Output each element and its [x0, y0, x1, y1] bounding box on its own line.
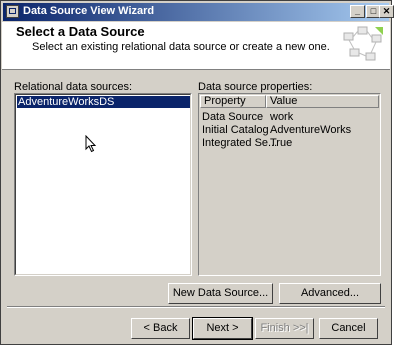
app-icon — [6, 5, 19, 18]
mouse-pointer-icon — [85, 135, 97, 153]
properties-label: Data source properties: — [198, 81, 313, 93]
separator — [7, 306, 385, 308]
window-title: Data Source View Wizard — [23, 5, 155, 17]
column-header-value[interactable]: Value — [266, 95, 379, 108]
wizard-window: Data Source View Wizard _ □ ✕ Select a D… — [0, 0, 394, 345]
next-button[interactable]: Next > — [192, 317, 253, 340]
property-name: Data Source — [202, 111, 264, 123]
property-value: True — [270, 137, 293, 149]
minimize-button[interactable]: _ — [350, 5, 365, 18]
close-button[interactable]: ✕ — [379, 5, 394, 18]
property-value: AdventureWorks — [270, 124, 352, 136]
property-row: Integrated Se... — [202, 137, 277, 149]
page-title: Select a Data Source — [16, 24, 145, 39]
column-header-property[interactable]: Property — [200, 95, 266, 108]
property-row: Initial Catalog — [202, 124, 269, 136]
property-name: Integrated Se... — [202, 137, 278, 149]
finish-button[interactable]: Finish >>| — [255, 318, 314, 339]
wizard-graphic-icon — [343, 26, 383, 61]
relational-sources-label: Relational data sources: — [14, 81, 133, 93]
advanced-button[interactable]: Advanced... — [279, 283, 381, 304]
title-bar[interactable]: Data Source View Wizard _ □ — [3, 3, 389, 21]
property-row: Data Source — [202, 111, 263, 123]
property-name: Initial Catalog — [202, 124, 269, 136]
relational-sources-list[interactable]: AdventureWorksDS — [14, 93, 192, 276]
cancel-button[interactable]: Cancel — [319, 318, 378, 339]
properties-grid[interactable]: Property Value Data Source work Initial … — [198, 93, 381, 276]
back-button[interactable]: < Back — [131, 318, 190, 339]
property-value: work — [270, 111, 294, 123]
wizard-header: Select a Data Source Select an existing … — [2, 22, 390, 70]
list-item[interactable]: AdventureWorksDS — [17, 96, 190, 108]
page-subtitle: Select an existing relational data sourc… — [32, 41, 330, 53]
new-data-source-button[interactable]: New Data Source... — [168, 283, 273, 304]
